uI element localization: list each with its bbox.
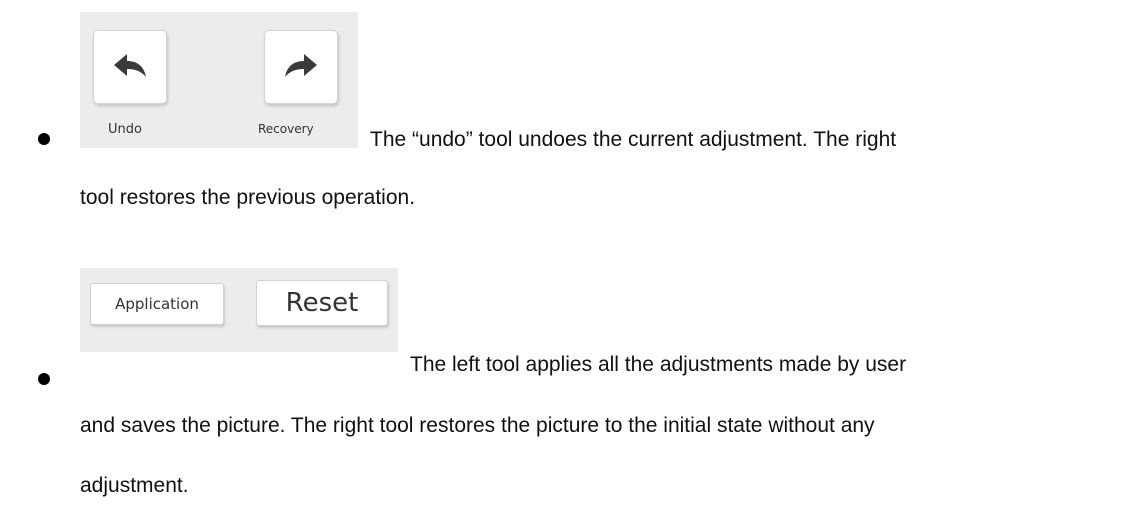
recovery-label: Recovery — [258, 122, 314, 136]
application-button[interactable]: Application — [90, 283, 224, 325]
item2-text-line3: adjustment. — [80, 474, 189, 497]
application-reset-toolbar-image: Application Reset — [80, 268, 398, 352]
item2-text-line1: The left tool applies all the adjustment… — [410, 353, 907, 376]
item2-text-line2: and saves the picture. The right tool re… — [80, 414, 875, 437]
bullet-2 — [38, 373, 50, 385]
undo-button[interactable] — [93, 30, 167, 104]
item1-text-line2: tool restores the previous operation. — [80, 186, 416, 209]
item1-text-line1: The “undo” tool undoes the current adjus… — [370, 128, 897, 151]
redo-arrow-icon — [285, 54, 317, 77]
undo-label: Undo — [108, 122, 142, 137]
bullet-1 — [38, 133, 50, 145]
undo-arrow-icon — [114, 54, 146, 77]
reset-button[interactable]: Reset — [256, 280, 388, 326]
undo-recovery-toolbar-image: Undo Recovery — [80, 12, 358, 148]
recovery-button[interactable] — [264, 30, 338, 104]
